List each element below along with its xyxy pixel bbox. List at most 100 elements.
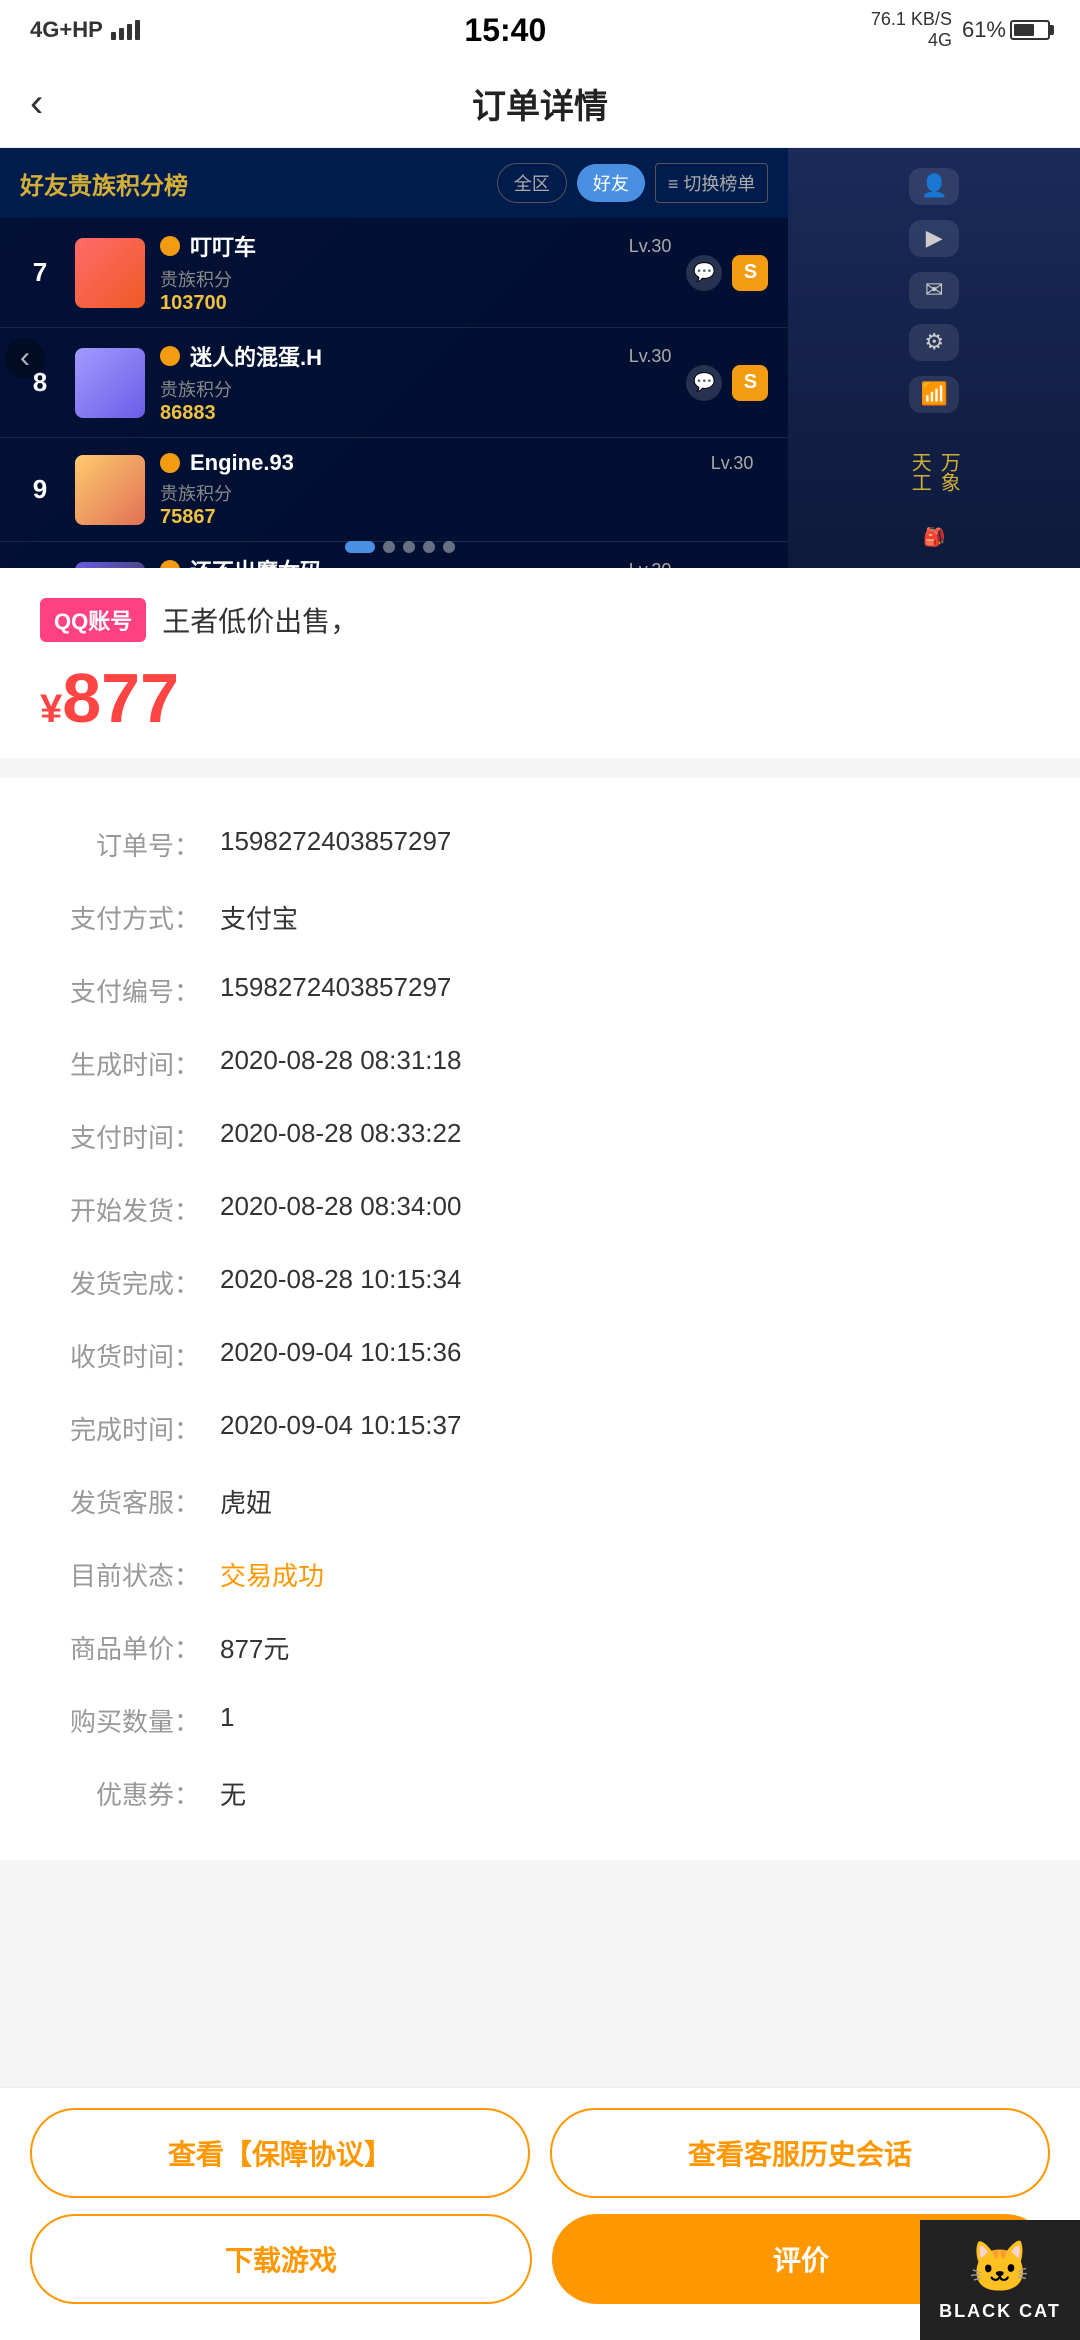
order-row-pay-time: 支付时间： 2020-08-28 08:33:22 [40, 1100, 1040, 1173]
player-info-7: 叮叮车 Lv.30 贵族积分 103700 [160, 230, 671, 315]
label-ship-done: 发货完成： [40, 1264, 220, 1301]
value-ship-start: 2020-08-28 08:34:00 [220, 1191, 1040, 1222]
game-icon-5[interactable]: 📶 [909, 376, 959, 413]
value-status: 交易成功 [220, 1556, 1040, 1593]
game-bag-icon[interactable]: 🎒 [923, 527, 945, 548]
game-icon-1[interactable]: 👤 [909, 168, 959, 205]
player-name-row-8: 迷人的混蛋.H Lv.30 [160, 340, 671, 372]
service-history-button[interactable]: 查看客服历史会话 [550, 2108, 1050, 2198]
value-receive-time: 2020-09-04 10:15:36 [220, 1337, 1040, 1368]
player-level-9: Lv.30 [711, 453, 754, 474]
tab-all[interactable]: 全区 [497, 163, 567, 203]
player-name-row-10: 还不出魔女码 Lv.30 [160, 554, 671, 568]
game-icon-3[interactable]: ✉ [909, 272, 959, 309]
game-leaderboard: 好友贵族积分榜 全区 好友 ≡ 切换榜单 7 叮叮车 Lv.30 贵族积分 [0, 148, 788, 568]
tab-switch[interactable]: ≡ 切换榜单 [655, 163, 769, 203]
network-info: 76.1 KB/S 4G [871, 9, 952, 51]
product-price: 877 [62, 658, 179, 738]
leaderboard-row: 8 迷人的混蛋.H Lv.30 贵族积分 86883 💬 S [0, 328, 788, 438]
order-row-pay-id: 支付编号： 1598272403857297 [40, 954, 1040, 1027]
value-order-id: 1598272403857297 [220, 826, 1040, 857]
leaderboard-tabs: 全区 好友 ≡ 切换榜单 [497, 163, 769, 203]
value-unit-price: 877元 [220, 1629, 1040, 1666]
status-time: 15:40 [464, 12, 546, 49]
page-header: ‹ 订单详情 [0, 60, 1080, 148]
order-row-coupon: 优惠券： 无 [40, 1757, 1040, 1830]
player-level-8: Lv.30 [629, 346, 672, 367]
back-button[interactable]: ‹ [30, 81, 43, 126]
carrier-text: 4G+HP [30, 17, 103, 43]
order-row-quantity: 购买数量： 1 [40, 1684, 1040, 1757]
avatar-8 [75, 348, 145, 418]
product-tag: QQ账号 [40, 598, 146, 642]
battery: 61% [962, 17, 1050, 43]
product-title: 王者低价出售， [162, 600, 358, 640]
avatar-10 [75, 562, 145, 569]
label-coupon: 优惠券： [40, 1775, 220, 1812]
blackcat-watermark: 🐱 BLACK CAT [920, 2220, 1080, 2340]
screenshot-arrow-left[interactable]: ‹ [5, 338, 45, 378]
player-name-7: 叮叮车 [190, 230, 256, 262]
battery-icon [1010, 20, 1050, 40]
button-row-1: 查看【保障协议】 查看客服历史会话 [30, 2108, 1050, 2198]
bottom-buttons: 查看【保障协议】 查看客服历史会话 下载游戏 评价 [0, 2087, 1080, 2340]
player-info-9: Engine.93 Lv.30 贵族积分 75867 [160, 450, 753, 529]
actions-8: 💬 S [686, 365, 768, 401]
score-label-9: 贵族积分 [160, 480, 753, 506]
vip-badge-7 [160, 236, 180, 256]
label-complete-time: 完成时间： [40, 1410, 220, 1447]
vip-badge-10 [160, 560, 180, 568]
indicator-dots [345, 541, 455, 553]
order-row-status: 目前状态： 交易成功 [40, 1538, 1040, 1611]
order-row-service: 发货客服： 虎妞 [40, 1465, 1040, 1538]
score-label-8: 贵族积分 [160, 376, 671, 402]
battery-level [1014, 24, 1034, 36]
price-row: ¥ 877 [40, 658, 1040, 738]
value-quantity: 1 [220, 1702, 1040, 1733]
value-complete-time: 2020-09-04 10:15:37 [220, 1410, 1040, 1441]
player-level-10: Lv.30 [629, 560, 672, 569]
label-pay-method: 支付方式： [40, 899, 220, 936]
tab-friends[interactable]: 好友 [577, 164, 645, 202]
order-row-receive-time: 收货时间： 2020-09-04 10:15:36 [40, 1319, 1040, 1392]
score-9: 75867 [160, 506, 753, 529]
label-order-id: 订单号： [40, 826, 220, 863]
vip-badge-8 [160, 346, 180, 366]
avatar-9 [75, 455, 145, 525]
value-pay-time: 2020-08-28 08:33:22 [220, 1118, 1040, 1149]
chat-icon-7[interactable]: 💬 [686, 255, 722, 291]
signal-bars [111, 20, 140, 40]
s-badge-8: S [732, 365, 768, 401]
product-section: QQ账号 王者低价出售， ¥ 877 [0, 568, 1080, 758]
game-icon-4[interactable]: ⚙ [909, 324, 959, 361]
player-name-10: 还不出魔女码 [190, 554, 322, 568]
rank-7: 7 [20, 257, 60, 288]
download-game-button[interactable]: 下载游戏 [30, 2214, 532, 2304]
dot-5 [443, 541, 455, 553]
score-8: 86883 [160, 402, 671, 425]
order-row-unit-price: 商品单价： 877元 [40, 1611, 1040, 1684]
leaderboard-title: 好友贵族积分榜 [20, 166, 188, 201]
avatar-7 [75, 238, 145, 308]
value-pay-id: 1598272403857297 [220, 972, 1040, 1003]
carrier-info: 4G+HP [30, 17, 140, 43]
signal-bar-1 [111, 32, 116, 40]
rank-9: 9 [20, 474, 60, 505]
order-row-complete-time: 完成时间： 2020-09-04 10:15:37 [40, 1392, 1040, 1465]
signal-bar-3 [127, 24, 132, 40]
leaderboard-row: 9 Engine.93 Lv.30 贵族积分 75867 [0, 438, 788, 542]
value-service: 虎妞 [220, 1483, 1040, 1520]
guarantee-button[interactable]: 查看【保障协议】 [30, 2108, 530, 2198]
player-info-8: 迷人的混蛋.H Lv.30 贵族积分 86883 [160, 340, 671, 425]
value-coupon: 无 [220, 1775, 1040, 1812]
page-title: 订单详情 [472, 79, 608, 128]
chat-icon-8[interactable]: 💬 [686, 365, 722, 401]
game-overlay-text: 万象天工 [905, 443, 963, 502]
label-pay-id: 支付编号： [40, 972, 220, 1009]
button-row-2: 下载游戏 评价 [30, 2214, 1050, 2304]
order-row-ship-done: 发货完成： 2020-08-28 10:15:34 [40, 1246, 1040, 1319]
game-icon-2[interactable]: ▶ [909, 220, 959, 257]
score-label-7: 贵族积分 [160, 266, 671, 292]
dot-4 [423, 541, 435, 553]
product-tag-row: QQ账号 王者低价出售， [40, 598, 1040, 642]
